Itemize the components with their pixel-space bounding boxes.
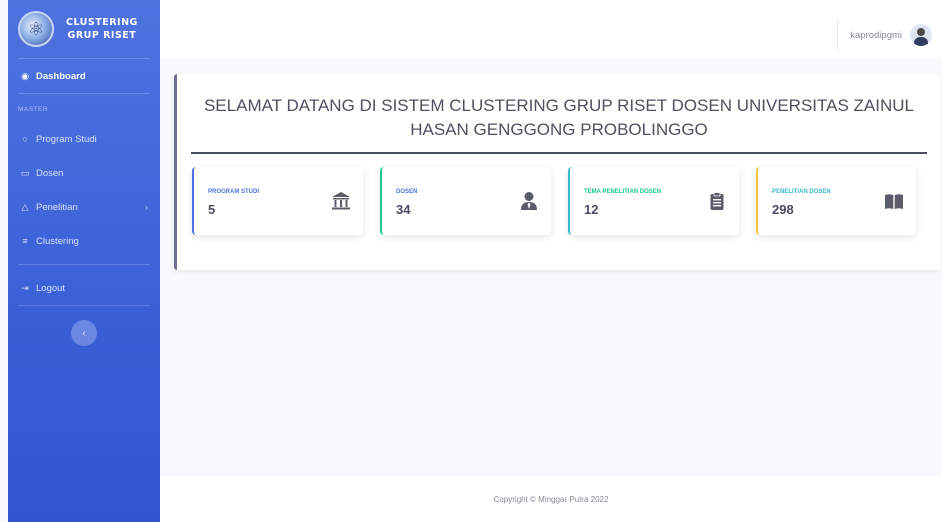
brand-line-2: GRUP RISET xyxy=(67,30,137,41)
circle-icon: ○ xyxy=(22,134,28,144)
sidebar-item-logout[interactable]: ⇥ Logout xyxy=(8,271,160,305)
chevron-right-icon: › xyxy=(145,202,148,212)
users-icon: ▭ xyxy=(20,167,30,178)
sidebar-item-label: Clustering xyxy=(36,235,79,247)
sidebar-item-penelitian[interactable]: △ Penelitian › xyxy=(8,190,160,224)
sidebar-item-label: Dosen xyxy=(36,167,64,179)
welcome-card: SELAMAT DATANG DI SISTEM CLUSTERING GRUP… xyxy=(174,74,941,270)
brand-logo: ⚛ xyxy=(18,11,54,47)
sidebar-item-label: Dashboard xyxy=(36,70,86,82)
stat-label: PROGRAM STUDI xyxy=(208,189,259,195)
user-tie-icon xyxy=(521,192,537,210)
stat-card-tema-penelitian: TEMA PENELITIAN DOSEN 12 xyxy=(568,167,739,235)
sidebar-heading: MASTER xyxy=(18,106,49,113)
topbar-divider xyxy=(837,20,839,50)
avatar xyxy=(910,24,932,46)
page-title: SELAMAT DATANG DI SISTEM CLUSTERING GRUP… xyxy=(203,96,915,139)
stat-label: DOSEN xyxy=(396,189,418,195)
dashboard-icon: ◉ xyxy=(21,70,29,81)
stat-label: PENELITIAN DOSEN xyxy=(772,189,831,195)
sidebar-divider xyxy=(18,264,150,265)
stat-value: 34 xyxy=(396,202,411,217)
brand-text: CLUSTERING GRUP RISET xyxy=(66,16,138,42)
user-dropdown[interactable]: kaprodipgmi xyxy=(837,20,932,50)
sidebar: ⚛ CLUSTERING GRUP RISET ◉ Dashboard MAST… xyxy=(8,0,160,522)
footer: Copyright © Minggar Putra 2022 xyxy=(160,476,942,522)
sidebar-item-label: Program Studi xyxy=(36,133,97,145)
stat-label: TEMA PENELITIAN DOSEN xyxy=(584,189,662,195)
stat-value: 12 xyxy=(584,202,599,217)
copyright-text: Copyright © Minggar Putra 2022 xyxy=(493,494,609,504)
sidebar-item-program-studi[interactable]: ○ Program Studi xyxy=(8,122,160,156)
brand-line-1: CLUSTERING xyxy=(66,17,138,28)
sidebar-brand[interactable]: ⚛ CLUSTERING GRUP RISET xyxy=(8,0,160,58)
logout-icon: ⇥ xyxy=(21,282,29,293)
stat-card-dosen: DOSEN 34 xyxy=(380,167,551,235)
sidebar-item-label: Logout xyxy=(36,282,66,294)
clipboard-list-icon xyxy=(710,192,724,210)
title-divider xyxy=(191,152,927,154)
sidebar-item-label: Penelitian xyxy=(36,201,78,213)
stat-value: 5 xyxy=(208,202,216,217)
stat-card-penelitian-dosen: PENELITIAN DOSEN 298 xyxy=(756,167,916,235)
university-icon xyxy=(332,192,350,210)
sidebar-divider xyxy=(18,305,150,306)
sidebar-item-dashboard[interactable]: ◉ Dashboard xyxy=(8,59,160,93)
sidebar-item-clustering[interactable]: ≡ Clustering xyxy=(8,224,160,258)
user-name: kaprodipgmi xyxy=(850,29,902,41)
sidebar-toggle-button[interactable]: ‹ xyxy=(71,320,97,346)
sidebar-item-dosen[interactable]: ▭ Dosen xyxy=(8,156,160,190)
flask-icon: △ xyxy=(21,201,29,212)
chart-icon: ≡ xyxy=(22,236,28,246)
stat-value: 298 xyxy=(772,202,794,217)
book-open-icon xyxy=(885,194,903,209)
topbar: kaprodipgmi xyxy=(160,0,942,58)
stat-card-program-studi: PROGRAM STUDI 5 xyxy=(192,167,363,235)
